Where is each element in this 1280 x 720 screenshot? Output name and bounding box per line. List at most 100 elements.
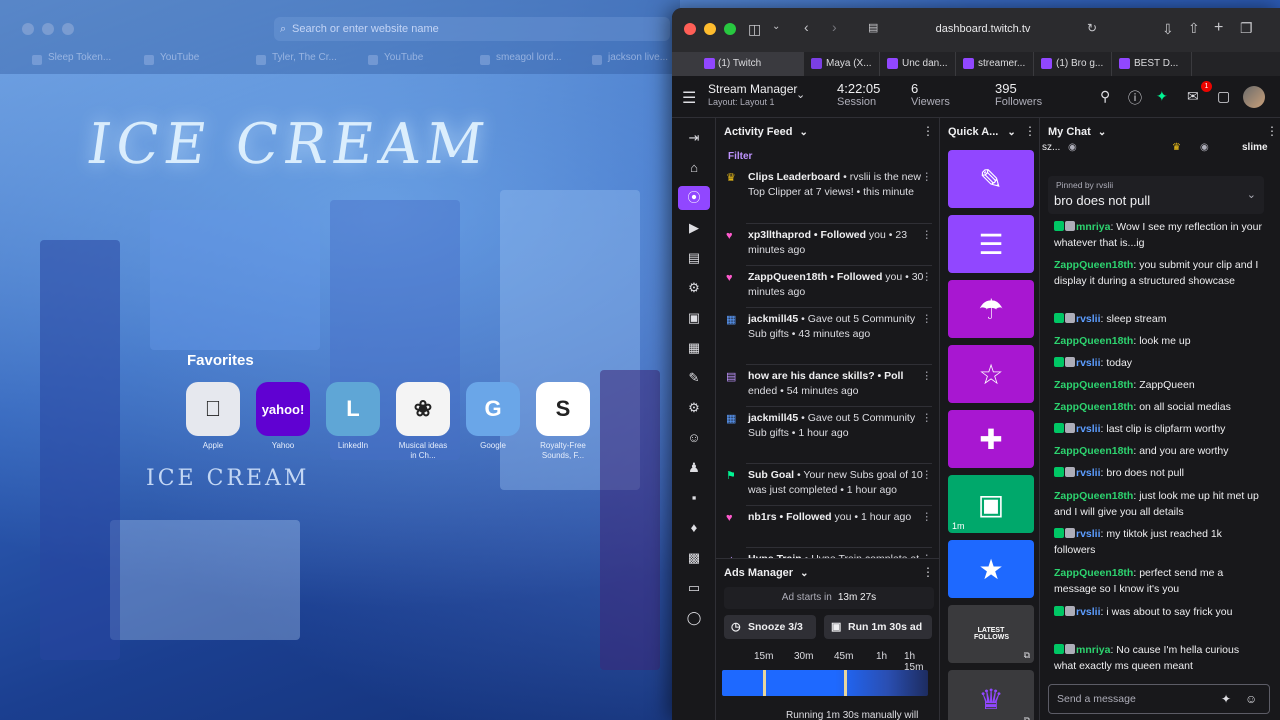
background-tab[interactable]: YouTube [358,52,468,68]
address-bar[interactable]: dashboard.twitch.tv [868,17,1098,41]
favorite-icon[interactable]: ❀ [396,382,450,436]
window-controls[interactable] [684,23,736,35]
quick-action-tile[interactable]: ✚ [948,410,1034,468]
chat-username[interactable]: ZappQueen18th [1054,567,1133,579]
download-icon[interactable]: ⇩ [1162,21,1174,38]
forward-icon[interactable]: › [832,19,837,35]
content-icon[interactable]: ▣ [678,306,710,330]
back-icon[interactable]: ‹ [804,19,809,35]
favorite-item[interactable]: L LinkedIn [326,382,380,461]
chat-message[interactable]: ZappQueen18th: perfect send me a message… [1054,566,1264,597]
stream-manager-title[interactable]: Stream Manager [708,82,797,96]
more-options-icon[interactable]: ⋮ [922,170,933,185]
emote-icon[interactable]: ☺ [1245,685,1257,713]
more-options-icon[interactable]: ⋮ [1266,124,1278,138]
chat-message[interactable]: rvslii: bro does not pull [1054,466,1264,482]
favorite-icon[interactable]: S [536,382,590,436]
chat-message[interactable]: rvslii: my tiktok just reached 1k follow… [1054,527,1264,558]
chat-message[interactable]: rvslii: sleep stream [1054,312,1264,328]
activity-feed-item[interactable]: ▦ jackmill45 • Gave out 5 Community Sub g… [724,312,932,341]
more-options-icon[interactable]: ⋮ [922,228,933,243]
favorite-icon[interactable]: L [326,382,380,436]
analytics-icon[interactable]: ▤ [678,246,710,270]
home-icon[interactable]: ⌂ [678,156,710,180]
chat-username[interactable]: ZappQueen18th [1054,335,1133,347]
pinned-message[interactable]: Pinned by rvslii bro does not pull ⌄ [1048,176,1264,214]
chat-message[interactable]: rvslii: i was about to say frick you [1054,605,1264,621]
chat-username[interactable]: rvslii [1076,357,1101,369]
browser-tab[interactable]: (1) Twitch [672,52,804,76]
quick-action-tile[interactable]: ♛ ⧉ [948,670,1034,720]
achievements-icon[interactable]: ♦ [678,516,710,540]
ads-manager-title[interactable]: Ads Manager ⌄ [724,567,809,579]
new-tab-icon[interactable]: + [1214,19,1223,37]
monetization-icon[interactable]: ▦ [678,336,710,360]
chat-username[interactable]: mnriya [1076,644,1110,656]
activity-feed-item[interactable]: ▦ jackmill45 • Gave out 5 Community Sub g… [724,411,932,440]
sidebar-toggle-icon[interactable]: ◫ [748,21,761,38]
chat-username[interactable]: ZappQueen18th [1054,490,1133,502]
activity-feed-item[interactable]: ♥ ZappQueen18th • Followed you • 30 minut… [724,270,932,299]
safety-icon[interactable]: ◯ [678,606,710,630]
activity-feed-item[interactable]: ♛ Clips Leaderboard • rvslii is the new T… [724,170,932,199]
settings-icon[interactable]: ⚙ [678,396,710,420]
share-icon[interactable]: ⇧ [1188,20,1200,37]
broadcast-icon[interactable]: ▶ [678,216,710,240]
stream-manager-icon[interactable]: ⦿ [678,186,710,210]
close-window-button[interactable] [684,23,696,35]
magic-icon[interactable]: ✦ [1221,685,1231,713]
popout-icon[interactable]: ⧉ [1024,650,1030,661]
tab-overview-icon[interactable]: ❐ [1240,20,1253,37]
chat-username[interactable]: ZappQueen18th [1054,259,1133,271]
emotes-icon[interactable]: ☺ [678,426,710,450]
more-options-icon[interactable]: ⋮ [922,369,933,384]
eye-icon[interactable]: ◉ [1200,142,1209,153]
activity-feed-item[interactable]: ⚑ Sub Goal • Your new Subs goal of 10 was… [724,468,932,497]
chat-username[interactable]: rvslii [1076,528,1101,540]
favorite-icon[interactable]: G [466,382,520,436]
background-tab[interactable]: YouTube [134,52,244,68]
more-options-icon[interactable]: ⋮ [922,312,933,327]
zoom-window-button[interactable] [724,23,736,35]
activity-feed-item[interactable]: ♥ nb1rs • Followed you • 1 hour ago ⋮ [724,510,932,525]
activity-feed-title[interactable]: Activity Feed ⌄ [724,126,808,138]
background-address-bar[interactable]: Search or enter website name [274,17,670,41]
chat-username[interactable]: mnriya [1076,221,1110,233]
chat-message[interactable]: ZappQueen18th: you submit your clip and … [1054,258,1264,289]
filter-link[interactable]: Filter [728,151,752,162]
chat-title[interactable]: My Chat ⌄ [1048,126,1106,138]
eye-icon[interactable]: ◉ [1068,142,1077,153]
browser-tab[interactable]: streamer... [956,52,1034,76]
quick-action-tile[interactable]: ☰ [948,215,1034,273]
search-icon[interactable]: ⚲ [1100,88,1110,105]
favorite-item[interactable]: ❀ Musical ideas in Ch... [396,382,450,461]
more-options-icon[interactable]: ⋮ [922,565,934,579]
chat-message[interactable]: mnriya: Wow I see my reflection in your … [1054,220,1264,251]
quick-action-tile[interactable]: ▣ 1m [948,475,1034,533]
background-tab[interactable]: Sleep Token... [22,52,132,68]
run-ad-button[interactable]: ▣ Run 1m 30s ad [824,615,932,639]
background-tab[interactable]: Tyler, The Cr... [246,52,356,68]
browser-tab[interactable]: Maya (X... [804,52,880,76]
chat-message[interactable]: ZappQueen18th: ZappQueen [1054,378,1264,394]
browser-tab[interactable]: (1) Bro g... [1034,52,1112,76]
chevron-down-icon[interactable]: ⌄ [1247,188,1256,201]
chat-message[interactable]: ZappQueen18th: and you are worthy [1054,444,1264,460]
minimize-window-button[interactable] [704,23,716,35]
notifications-icon[interactable]: ✉ [1187,88,1199,105]
favorite-item[interactable]:  Apple [186,382,240,461]
menu-icon[interactable]: ☰ [682,88,696,108]
chat-input[interactable]: Send a message ✦ ☺ [1048,684,1270,714]
quick-action-tile[interactable]: LATEST FOLLOWS ⧉ [948,605,1034,663]
avatar[interactable] [1243,86,1265,108]
chevron-down-icon[interactable]: ⌄ [772,21,780,32]
more-options-icon[interactable]: ⋮ [922,270,933,285]
chat-username[interactable]: ZappQueen18th [1054,445,1133,457]
collapse-nav-icon[interactable]: ⇥ [678,126,710,150]
roles-icon[interactable]: ♟ [678,456,710,480]
creator-camp-icon[interactable]: ▭ [678,576,710,600]
browser-tab[interactable]: BEST D... [1112,52,1192,76]
activity-feed-item[interactable]: ▤ how are his dance skills? • Poll ended … [724,369,932,398]
whispers-icon[interactable]: ▢ [1217,88,1230,105]
reload-icon[interactable]: ↻ [1087,21,1097,35]
